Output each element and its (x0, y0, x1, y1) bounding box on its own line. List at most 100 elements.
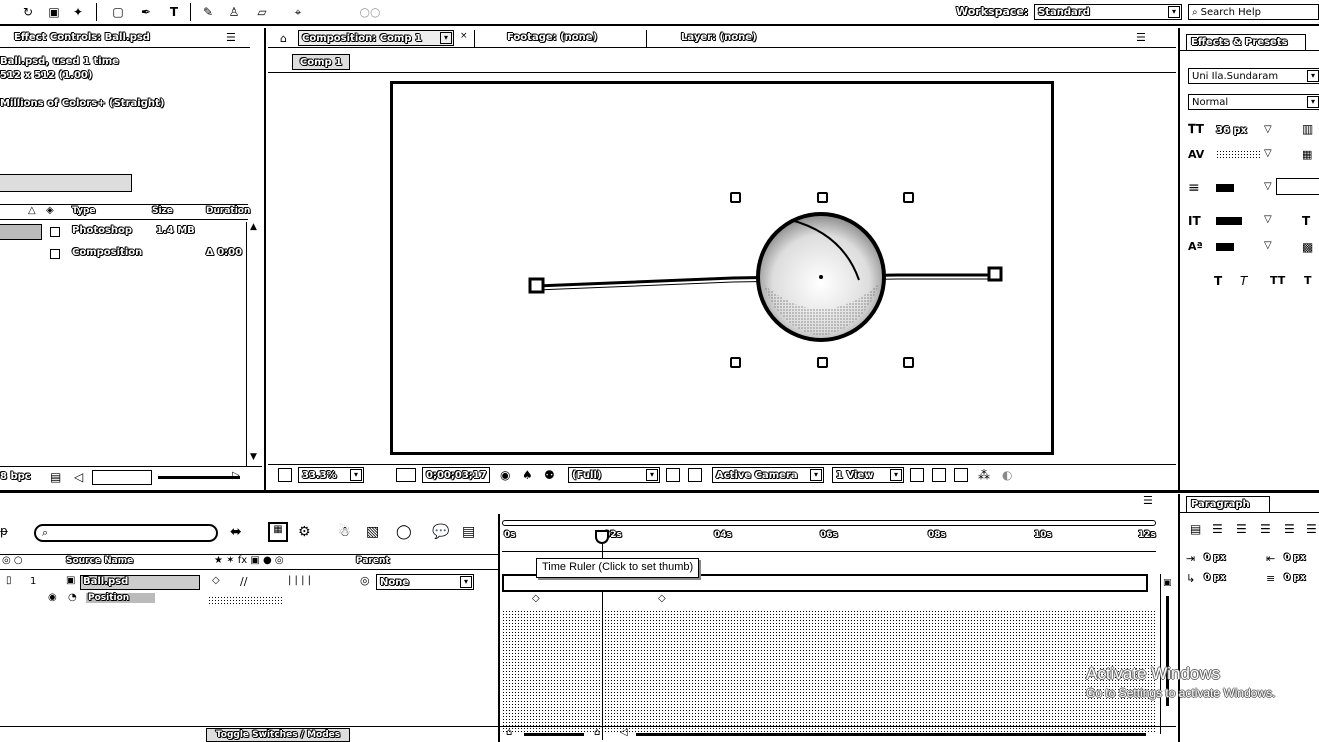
axis-icon[interactable]: ○○ (360, 4, 381, 20)
collapse-icon[interactable]: ◇ (212, 575, 220, 586)
region-of-interest-icon[interactable] (666, 468, 680, 482)
column-size[interactable]: Size (152, 206, 173, 216)
trash-icon[interactable]: ▤ (50, 470, 61, 484)
timeline-menu-icon[interactable]: ᵽ (0, 524, 8, 538)
paragraph-tab[interactable]: Paragraph (1186, 496, 1270, 512)
zoom-select[interactable]: 33.3% ▾ (298, 467, 364, 483)
view-layout-select[interactable]: 1 View ▾ (832, 467, 904, 483)
transform-handle[interactable] (817, 357, 828, 368)
table-row[interactable]: ▯ 1 ▣ Ball.psd ◇ ∕∕ | | | | ◎ None ▾ (0, 574, 498, 592)
puppet-pin-icon[interactable]: ⌖ (290, 4, 306, 20)
kerning-field[interactable] (1216, 150, 1260, 160)
justify-left-icon[interactable]: ☰ (1260, 522, 1271, 536)
vertical-scale-value[interactable] (1216, 217, 1242, 225)
transform-handle[interactable] (903, 357, 914, 368)
timecode-field[interactable]: 0;00;03;17 (422, 467, 490, 483)
parent-select[interactable]: None ▾ (376, 574, 474, 590)
scroll-left-icon[interactable]: ◁ (620, 727, 628, 738)
tag-icon[interactable]: ◈ (46, 205, 54, 216)
workspace-select[interactable]: Standard ▾ (1034, 4, 1182, 20)
space-after-value[interactable]: 0 px (1284, 573, 1306, 583)
chevron-down-icon[interactable]: ▽ (1264, 214, 1272, 225)
switch-boxes[interactable]: | | | | (288, 575, 311, 586)
bpc-label[interactable]: 8 bpc (0, 471, 31, 482)
indent-left-value[interactable]: 0 px (1204, 553, 1226, 563)
transform-handle[interactable] (730, 192, 741, 203)
horizontal-scroll[interactable] (636, 733, 1146, 736)
frame-blending-icon[interactable]: ▧ (366, 524, 379, 540)
zoom-in-icon[interactable]: ⌂ (594, 727, 600, 738)
av-features-icon[interactable]: ◎ ○ (2, 555, 23, 566)
justify-center-icon[interactable]: ☰ (1284, 522, 1295, 536)
font-size-value[interactable]: 36 px (1216, 125, 1247, 136)
list-item[interactable]: Photoshop 1.4 MB (0, 222, 248, 242)
hide-shy-icon[interactable]: ☃ (338, 524, 351, 540)
motion-blur-icon[interactable]: ◯ (396, 524, 412, 540)
preview-icon[interactable] (278, 468, 292, 482)
tab-close-icon[interactable]: × (460, 31, 468, 41)
align-center-icon[interactable]: ☰ (1212, 522, 1223, 536)
column-parent[interactable]: Parent (356, 556, 390, 566)
font-style-select[interactable]: Normal ▾ (1188, 94, 1319, 110)
flowchart-icon[interactable]: ⁂ (978, 468, 990, 482)
layer-name-field[interactable]: Ball.psd (80, 575, 200, 590)
pan-behind-icon[interactable]: ✦ (70, 4, 86, 20)
transparency-grid-icon[interactable] (688, 468, 702, 482)
graph-editor-icon[interactable]: ▤ (462, 524, 475, 540)
live-update-icon[interactable]: ▦ (268, 522, 288, 542)
pen-icon[interactable]: ✒ (138, 4, 154, 20)
transform-handle[interactable] (730, 357, 741, 368)
eye-icon[interactable]: ▯ (6, 575, 12, 586)
camera-icon[interactable]: ▣ (46, 4, 62, 20)
justify-all-icon[interactable]: ☰ (1306, 522, 1317, 536)
panel-menu-icon[interactable]: ☰ (226, 31, 236, 44)
timeline-icon[interactable] (954, 468, 968, 482)
quality-icon[interactable]: ∕∕ (240, 575, 247, 588)
zoom-out-icon[interactable]: ⌂ (506, 727, 512, 738)
property-value[interactable] (208, 596, 282, 604)
effects-tab[interactable]: Effects & Presets (1186, 34, 1306, 50)
font-family-select[interactable]: Uni Ila.Sundaram ▾ (1188, 68, 1319, 84)
pick-whip-icon[interactable]: ◎ (360, 574, 370, 587)
keyframe[interactable]: ◇ (532, 593, 540, 604)
scroll-up-icon[interactable]: ▣ (1163, 578, 1172, 588)
timeline-scrollbar[interactable]: ▣ (1160, 574, 1174, 734)
list-item[interactable]: Composition Δ 0:00 (0, 244, 248, 264)
project-scrollbar[interactable]: ▲ ▼ (246, 222, 262, 466)
text-icon[interactable]: T (166, 4, 182, 20)
chevron-down-icon[interactable]: ▽ (1264, 181, 1272, 192)
indent-right-value[interactable]: 0 px (1284, 553, 1306, 563)
comp-1-button[interactable]: Comp 1 (292, 54, 350, 70)
tab-layer[interactable]: Layer: (none) (646, 30, 806, 47)
small-caps-icon[interactable]: T (1304, 274, 1312, 287)
keyframe[interactable]: ◇ (658, 593, 666, 604)
chevron-down-icon[interactable]: ▽ (1264, 148, 1272, 159)
column-duration[interactable]: Duration (206, 206, 250, 216)
column-type[interactable]: Type (72, 206, 95, 216)
project-search-field[interactable] (92, 470, 152, 485)
rectangle-mask-icon[interactable]: ▢ (110, 4, 126, 20)
lock-icon[interactable]: ⌂ (280, 32, 287, 45)
stopwatch-icon[interactable]: ◔ (68, 592, 77, 603)
channel-icon[interactable]: ⚉ (544, 468, 555, 482)
tab-footage[interactable]: Footage: (none) (474, 30, 646, 47)
composition-canvas[interactable] (390, 81, 1054, 455)
label-icon[interactable]: △ (28, 205, 36, 216)
search-help-field[interactable]: ⌕ Search Help (1188, 4, 1319, 20)
project-panel-tab[interactable]: Effect Controls: Ball.psd ☰ (0, 30, 250, 48)
panel-menu-icon[interactable]: ☰ (1136, 31, 1146, 44)
keyframe-nav-icon[interactable]: ◉ (48, 592, 57, 603)
brush-icon[interactable]: ✎ (200, 4, 216, 20)
work-area-bar[interactable] (502, 520, 1156, 526)
toggle-switches-modes-button[interactable]: Toggle Switches / Modes (206, 728, 350, 742)
draft-3d-icon[interactable]: ⚙ (298, 524, 311, 540)
transform-handle[interactable] (817, 192, 828, 203)
brainstorm-icon[interactable]: 💬 (432, 524, 449, 540)
flowchart-icon[interactable]: ◁ (74, 470, 83, 484)
comp-mini-flowchart-icon[interactable]: ⬌ (230, 524, 242, 540)
clone-stamp-icon[interactable]: ♙ (226, 4, 242, 20)
faux-bold-icon[interactable]: T (1214, 274, 1222, 288)
horizontal-scroll[interactable] (158, 476, 240, 479)
safe-margins-icon[interactable] (396, 468, 416, 482)
chevron-down-icon[interactable]: ▽ (1264, 240, 1272, 251)
